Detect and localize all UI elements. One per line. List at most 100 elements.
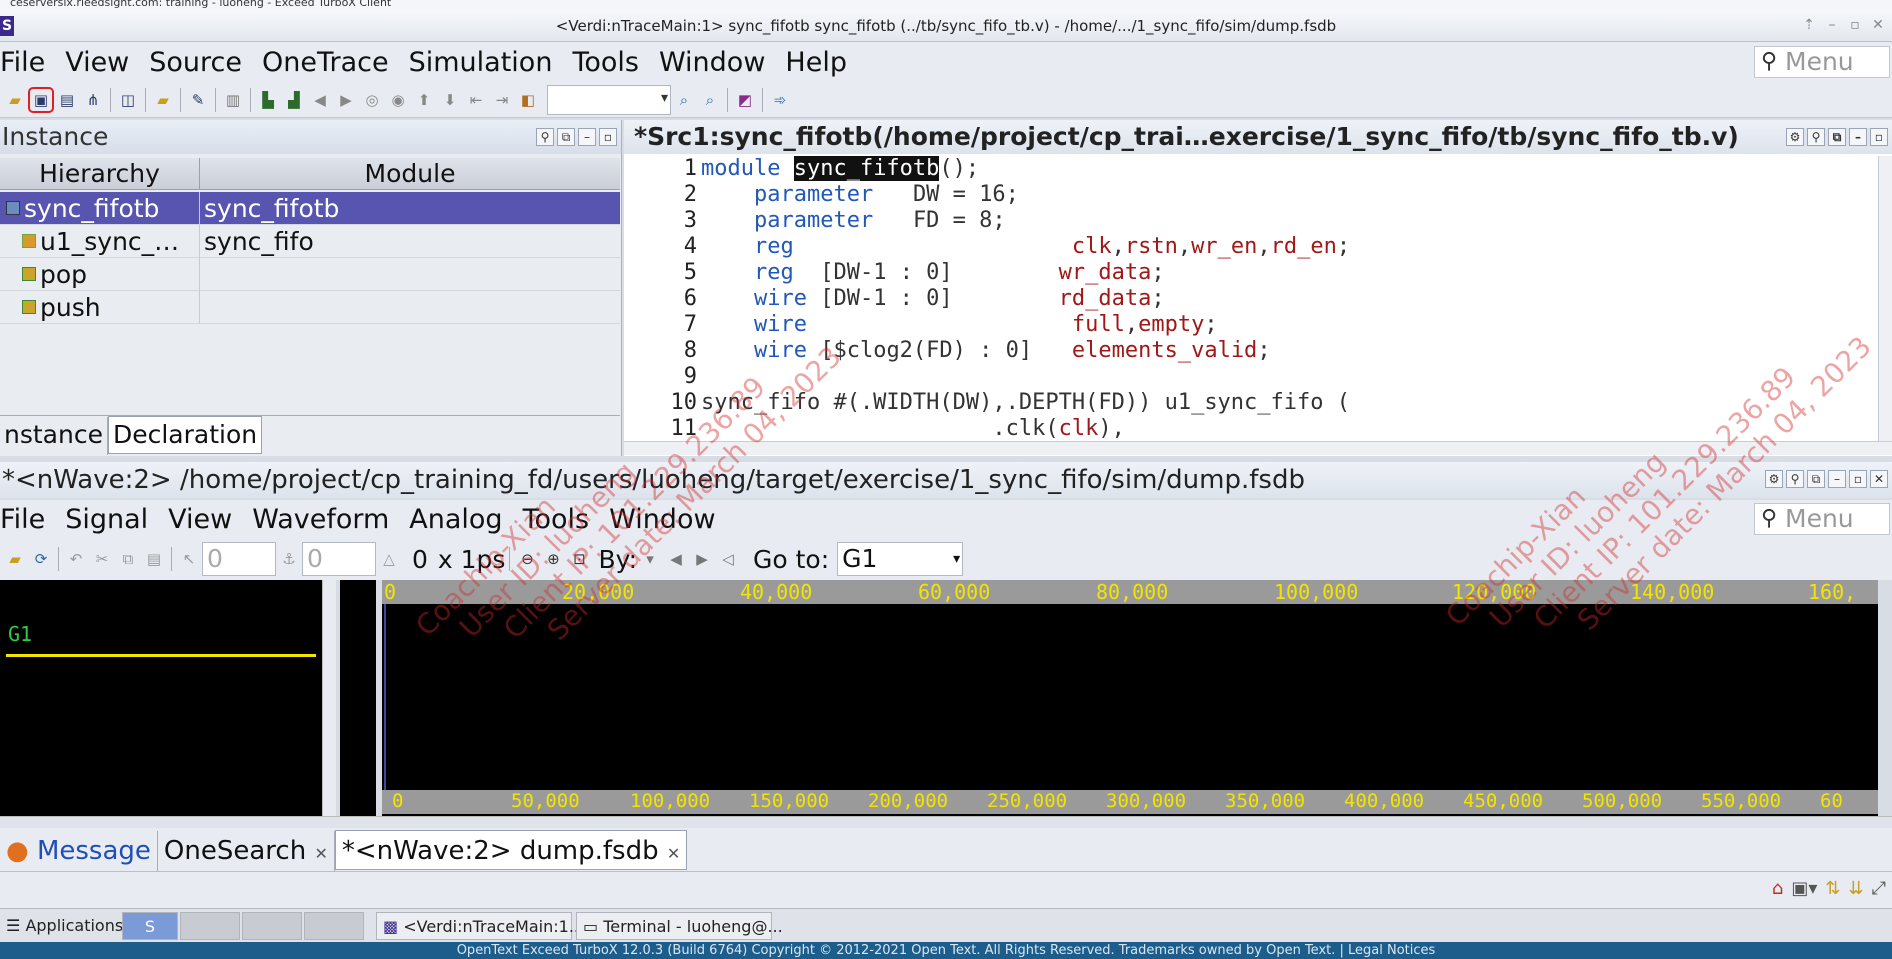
delta-icon[interactable]: △ [378,548,400,570]
zoom-fit-icon[interactable]: ⊡ [568,548,590,570]
menu-simulation[interactable]: Simulation [409,47,553,78]
pin-icon[interactable]: ⚲ [1786,470,1804,488]
source-horizontal-scrollbar[interactable] [624,441,1892,455]
trace-driver-icon[interactable]: ▙ [257,89,279,111]
trace-next-icon[interactable]: ⇥ [491,89,513,111]
source-code-view[interactable]: 1 module sync_fifotb(); 2 parameter DW = 1… [624,156,1878,441]
forward-arrow-icon[interactable]: ▶ [335,89,357,111]
marker-icon[interactable]: ⚓ [278,548,300,570]
signal-value-pane[interactable] [340,580,376,816]
cut-icon[interactable]: ✂ [91,548,113,570]
menu-file[interactable]: File [0,47,45,78]
new-schematic-icon[interactable]: ▤ [56,89,78,111]
minimize-icon[interactable]: – [1822,16,1842,34]
menu-tools[interactable]: Tools [523,504,590,535]
workspace-3[interactable] [242,912,302,940]
code-line[interactable]: 4 reg clk,rstn,wr_en,rd_en; [624,234,1878,260]
signal-group-name[interactable]: G1 [8,622,32,646]
open-folder-icon[interactable]: ▰ [4,89,26,111]
code-signal[interactable]: rstn [1125,234,1178,259]
tab-message[interactable]: ● Message [0,831,158,871]
workspace-1[interactable]: S [122,912,178,940]
code-signal[interactable]: rd_data [1059,286,1152,311]
undock-icon[interactable]: ⧉ [1807,470,1825,488]
menu-onetrace[interactable]: OneTrace [262,47,389,78]
code-signal[interactable]: full [1072,312,1125,337]
menu-tools[interactable]: Tools [572,47,639,78]
signal-name-pane[interactable]: G1 [0,580,322,816]
hierarchy-tree-icon[interactable]: ⋔ [82,89,104,111]
close-icon[interactable]: ✕ [314,844,327,863]
menu-view[interactable]: View [65,47,129,78]
search-type-icon[interactable]: ▾ [639,548,661,570]
menu-search-input[interactable]: Menu [1754,46,1890,78]
maximize-icon[interactable]: ▫ [599,128,617,146]
sort-icon[interactable]: ⇅ [1825,878,1840,899]
code-signal[interactable]: wr_en [1191,234,1257,259]
pin-icon[interactable]: ⚲ [536,128,554,146]
maximize-icon[interactable]: ▫ [1849,470,1867,488]
menu-window[interactable]: Window [609,504,715,535]
code-line[interactable]: 5 reg [DW-1 : 0] wr_data; [624,260,1878,286]
tab-declaration[interactable]: Declaration [107,416,263,454]
debug-icon[interactable]: ◩ [734,89,756,111]
folder-icon[interactable]: ▰ [152,89,174,111]
code-line[interactable]: 10 sync_fifo #(.WIDTH(DW),.DEPTH(FD)) u1_… [624,390,1878,416]
close-icon[interactable]: ✕ [667,844,680,863]
menu-file[interactable]: File [0,504,45,535]
code-line[interactable]: 1 module sync_fifotb(); [624,156,1878,182]
copy-icon[interactable]: ⧉ [117,548,139,570]
undock-icon[interactable]: ⧉ [1828,128,1846,146]
hierarchy-row[interactable]: sync_fifotb sync_fifotb [0,192,620,225]
find-signal-icon[interactable]: ⌕ [699,89,721,111]
close-icon[interactable]: ✕ [1870,470,1888,488]
task-verdi[interactable]: ▩ <Verdi:nTraceMain:1... [376,912,584,940]
cursor-time-input[interactable]: 0 [202,542,276,576]
new-src-window-icon[interactable]: ▣ [28,86,54,113]
code-line[interactable]: 9 [624,364,1878,390]
trace-prev-icon[interactable]: ⇤ [465,89,487,111]
find-icon[interactable]: ⌕ [673,89,695,111]
code-signal[interactable]: clk [1072,234,1112,259]
layout-icon[interactable]: ▣▾ [1791,878,1817,899]
code-signal[interactable]: empty [1138,312,1204,337]
active-trace-icon[interactable]: ◧ [517,89,539,111]
waveform-horizontal-scrollbar[interactable] [0,816,1892,828]
minimize-icon[interactable]: – [578,128,596,146]
column-header-module[interactable]: Module [200,158,620,190]
filter-icon[interactable]: ⇊ [1849,878,1864,899]
waveform-pane[interactable]: 0 20,000 40,000 60,000 80,000 100,000 120,000 1… [382,580,1878,816]
run-icon[interactable]: ➾ [769,89,791,111]
goto-combo[interactable]: G1 ▾ [837,542,964,576]
marker-time-input[interactable]: 0 [302,542,376,576]
code-line[interactable]: 6 wire [DW-1 : 0] rd_data; [624,286,1878,312]
applications-menu[interactable]: ☰ Applications [0,912,129,940]
hierarchy-row[interactable]: push [0,291,620,324]
pin-icon[interactable]: ⚲ [1807,128,1825,146]
menu-signal[interactable]: Signal [65,504,148,535]
search-combo-box[interactable] [547,84,671,115]
signal-pane-scrollbar[interactable] [322,580,336,816]
tab-instance[interactable]: nstance [0,417,108,455]
minimize-icon[interactable]: – [1849,128,1867,146]
restore-icon[interactable]: ⇡ [1799,16,1819,34]
open-file-icon[interactable]: ▰ [4,548,26,570]
code-line[interactable]: 3 parameter FD = 8; [624,208,1878,234]
menu-help[interactable]: Help [785,47,847,78]
settings-icon[interactable]: ⚙ [1765,470,1783,488]
up-scope-icon[interactable]: ⬆ [413,89,435,111]
edit-icon[interactable]: ✎ [187,89,209,111]
hierarchy-row[interactable]: pop [0,258,620,291]
settings-icon[interactable]: ⚙ [1786,128,1804,146]
down-scope-icon[interactable]: ⬇ [439,89,461,111]
maximize-icon[interactable]: ▫ [1845,16,1865,34]
code-signal[interactable]: wr_data [1059,260,1152,285]
menu-search-input[interactable]: Menu [1754,503,1890,535]
menu-waveform[interactable]: Waveform [252,504,389,535]
menu-analog[interactable]: Analog [409,504,502,535]
hierarchy-row[interactable]: u1_sync_… sync_fifo [0,225,620,258]
expand-icon[interactable]: ⤢ [1872,878,1886,899]
new-waveform-icon[interactable]: ◫ [117,89,139,111]
trace-load-icon[interactable]: ▟ [283,89,305,111]
tab-nwave[interactable]: *<nWave:2> dump.fsdb ✕ [334,830,688,870]
